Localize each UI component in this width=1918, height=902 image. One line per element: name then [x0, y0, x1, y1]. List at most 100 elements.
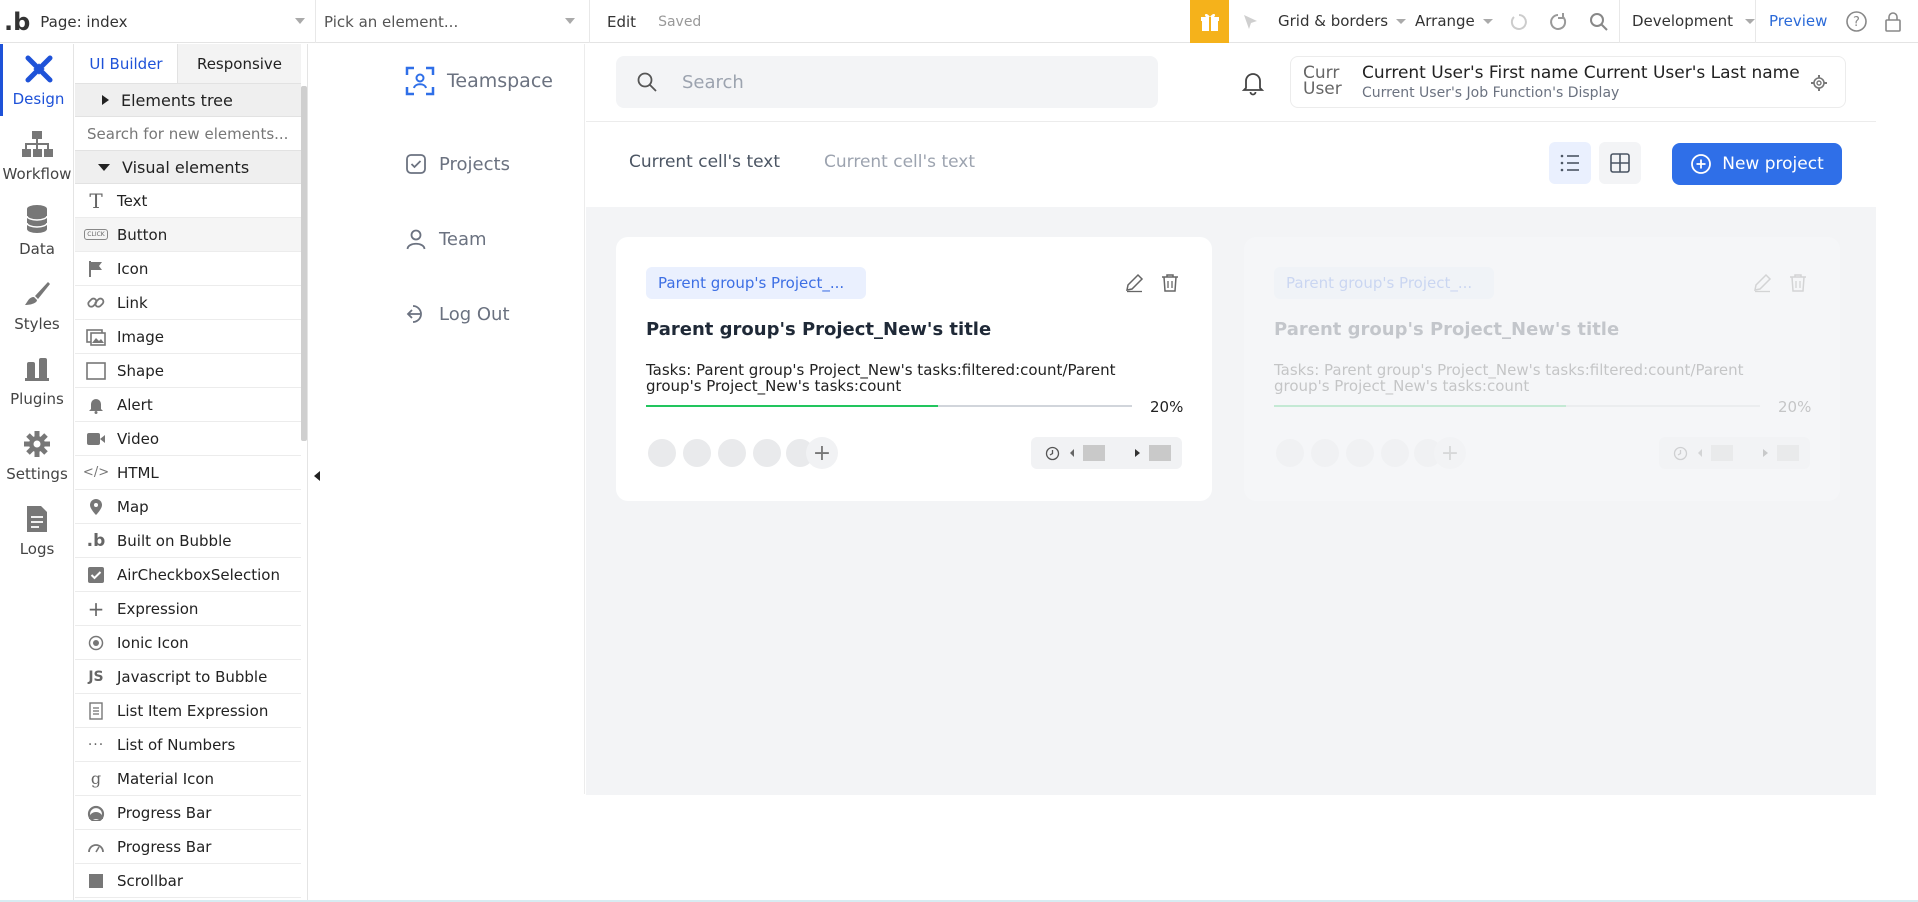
- element-panel: UI Builder Responsive Elements tree Sear…: [75, 44, 308, 902]
- nav-log-out[interactable]: Log Out: [405, 303, 510, 325]
- add-member-button[interactable]: +: [806, 437, 838, 469]
- element-item-scrollbar[interactable]: Scrollbar: [75, 864, 301, 898]
- element-item-list-of-numbers[interactable]: ··· List of Numbers: [75, 728, 301, 762]
- rail-tab-design[interactable]: Design: [0, 44, 74, 116]
- checkbox-icon: [85, 565, 107, 585]
- list-view-button[interactable]: [1549, 142, 1591, 184]
- element-item-aircheckboxselection[interactable]: AirCheckboxSelection: [75, 558, 301, 592]
- element-item-label: Link: [117, 293, 148, 312]
- elements-tree-toggle[interactable]: Elements tree: [75, 84, 301, 117]
- lock-icon[interactable]: [1884, 11, 1902, 33]
- edit-icon[interactable]: [1752, 273, 1772, 293]
- search-input[interactable]: Search: [616, 56, 1158, 108]
- flag-icon: [85, 259, 107, 279]
- nav-label: Log Out: [439, 303, 510, 325]
- timer-value-box: [1083, 445, 1105, 461]
- trash-icon[interactable]: [1161, 273, 1179, 293]
- plus-circle-icon: [1691, 154, 1712, 174]
- gear-icon[interactable]: [1810, 74, 1828, 92]
- avatar-text: Curr User: [1303, 65, 1342, 99]
- undo-icon[interactable]: [1508, 11, 1530, 33]
- rail-tab-settings[interactable]: Settings: [0, 419, 74, 491]
- project-tag[interactable]: Parent group's Project_...: [1274, 267, 1494, 299]
- project-tag[interactable]: Parent group's Project_...: [646, 267, 866, 299]
- element-item-map[interactable]: Map: [75, 490, 301, 524]
- timer-control[interactable]: [1659, 437, 1810, 469]
- edit-icon[interactable]: [1124, 273, 1144, 293]
- element-item-built-on-bubble[interactable]: .b Built on Bubble: [75, 524, 301, 558]
- edit-button[interactable]: Edit: [607, 13, 636, 31]
- tab-other[interactable]: Current cell's text: [824, 152, 975, 172]
- grid-borders-menu[interactable]: Grid & borders: [1278, 12, 1407, 30]
- svg-text:?: ?: [1853, 15, 1860, 30]
- add-member-button[interactable]: +: [1434, 437, 1466, 469]
- caret-left-icon[interactable]: [1070, 449, 1074, 457]
- nav-team[interactable]: Team: [405, 228, 487, 250]
- element-item-html[interactable]: </> HTML: [75, 456, 301, 490]
- clock-icon: [1045, 446, 1060, 461]
- search-icon[interactable]: [1588, 11, 1610, 33]
- visual-elements-toggle[interactable]: Visual elements: [75, 151, 301, 184]
- environment-selector[interactable]: Development: [1632, 12, 1755, 30]
- redo-icon[interactable]: [1547, 11, 1569, 33]
- rail-tab-plugins[interactable]: Plugins: [0, 344, 74, 416]
- timer-control[interactable]: [1031, 437, 1182, 469]
- nav-label: Team: [439, 228, 487, 250]
- tab-current[interactable]: Current cell's text: [629, 152, 780, 172]
- grid-view-button[interactable]: [1599, 142, 1641, 184]
- new-project-button[interactable]: New project: [1672, 143, 1842, 185]
- caret-right-icon[interactable]: [1135, 449, 1140, 457]
- element-item-label: List of Numbers: [117, 735, 236, 754]
- tab-responsive[interactable]: Responsive: [178, 44, 301, 84]
- element-item-button[interactable]: CLICK Button: [75, 218, 301, 252]
- element-item-javascript-to-bubble[interactable]: JS Javascript to Bubble: [75, 660, 301, 694]
- preview-link[interactable]: Preview: [1769, 12, 1827, 30]
- element-item-expression[interactable]: + Expression: [75, 592, 301, 626]
- project-card[interactable]: Parent group's Project_... Parent group's…: [616, 237, 1212, 501]
- collapse-panel-handle[interactable]: [308, 465, 326, 487]
- help-icon[interactable]: ?: [1845, 10, 1868, 33]
- element-item-label: Material Icon: [117, 769, 215, 788]
- caret-right-icon[interactable]: [1763, 449, 1768, 457]
- nav-projects[interactable]: Projects: [405, 153, 510, 175]
- rail-tab-styles[interactable]: Styles: [0, 269, 74, 341]
- rail-tab-data[interactable]: Data: [0, 194, 74, 266]
- element-item-label: Progress Bar: [117, 837, 212, 856]
- caret-left-icon[interactable]: [1698, 449, 1702, 457]
- inspect-cursor-icon[interactable]: [1241, 12, 1261, 32]
- element-item-icon[interactable]: Icon: [75, 252, 301, 286]
- bell-icon[interactable]: [1241, 70, 1265, 96]
- top-toolbar: .b Page: index Pick an element... Edit S…: [0, 0, 1918, 43]
- element-item-text[interactable]: T Text: [75, 184, 301, 218]
- element-item-label: HTML: [117, 463, 159, 482]
- trash-icon[interactable]: [1789, 273, 1807, 293]
- arrange-menu[interactable]: Arrange: [1415, 12, 1493, 30]
- brand-logo[interactable]: Teamspace: [405, 66, 553, 96]
- element-item-image[interactable]: Image: [75, 320, 301, 354]
- progress-icon: [85, 803, 107, 823]
- element-item-material-icon[interactable]: g Material Icon: [75, 762, 301, 796]
- project-tag-label: Parent group's Project_...: [658, 274, 845, 292]
- element-picker[interactable]: Pick an element...: [316, 0, 590, 43]
- brush-icon: [25, 282, 50, 305]
- element-item-link[interactable]: Link: [75, 286, 301, 320]
- page-selector[interactable]: .b Page: index: [0, 0, 316, 43]
- project-tasks: Tasks: Parent group's Project_New's task…: [1274, 361, 1744, 395]
- bell-icon: [85, 395, 107, 415]
- element-item-video[interactable]: Video: [75, 422, 301, 456]
- element-item-progress-bar[interactable]: Progress Bar: [75, 796, 301, 830]
- element-item-list-item-expression[interactable]: List Item Expression: [75, 694, 301, 728]
- element-item-progress-bar[interactable]: Progress Bar: [75, 830, 301, 864]
- element-item-ionic-icon[interactable]: Ionic Icon: [75, 626, 301, 660]
- element-item-shape[interactable]: Shape: [75, 354, 301, 388]
- project-card[interactable]: Parent group's Project_... Parent group's…: [1244, 237, 1840, 501]
- panel-scrollbar[interactable]: [301, 86, 307, 441]
- element-search-input[interactable]: Search for new elements...: [75, 117, 301, 151]
- rail-tab-logs[interactable]: Logs: [0, 494, 74, 566]
- gift-button[interactable]: [1190, 0, 1229, 43]
- user-card[interactable]: Curr User Current User's First name Curr…: [1290, 56, 1846, 108]
- rail-tab-workflow[interactable]: Workflow: [0, 119, 74, 191]
- element-item-label: List Item Expression: [117, 701, 269, 720]
- element-item-alert[interactable]: Alert: [75, 388, 301, 422]
- tab-ui-builder[interactable]: UI Builder: [75, 44, 178, 84]
